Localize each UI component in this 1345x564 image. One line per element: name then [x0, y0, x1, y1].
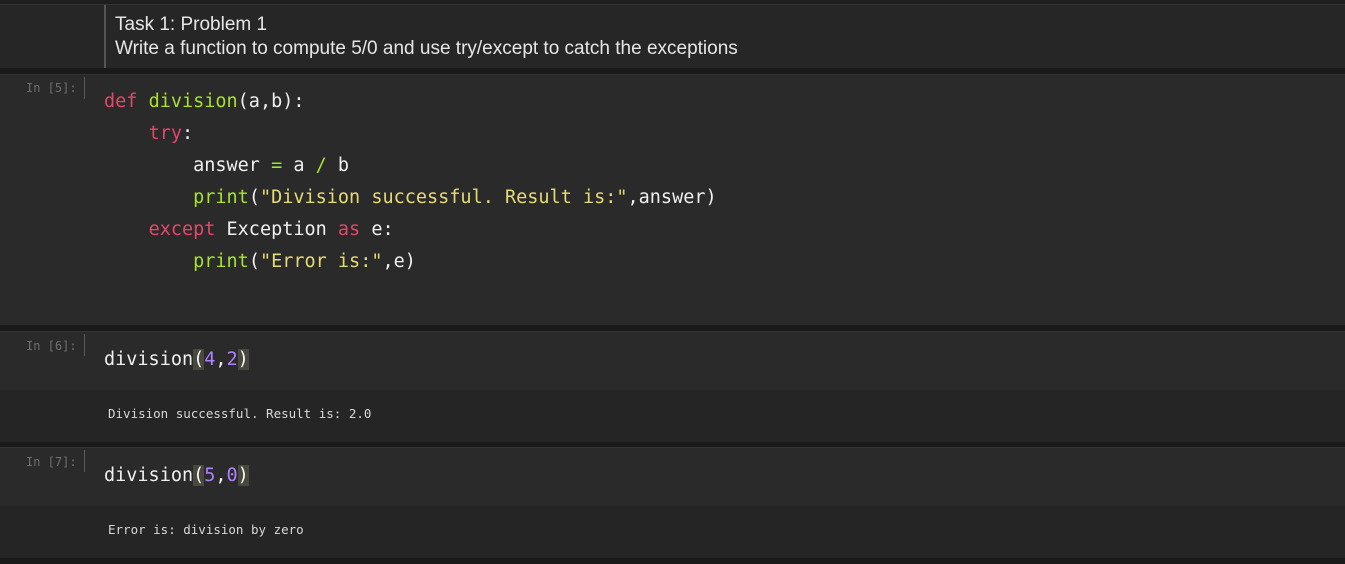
task-title: Task 1: Problem 1	[115, 14, 268, 35]
cell-prompt: In [7]:	[26, 455, 77, 469]
code-cell-5[interactable]: In [5]: def division(a,b): try: answer =…	[0, 74, 1345, 325]
cell-prompt: In [5]:	[26, 81, 77, 95]
markdown-cell[interactable]: Task 1: Problem 1 Write a function to co…	[0, 4, 1345, 68]
code-line-5: except Exception as e:	[148, 219, 394, 240]
output-area-7: Error is: division by zero	[0, 506, 1345, 558]
code-editor[interactable]: def division(a,b): try: answer = a / b p…	[104, 86, 717, 278]
code-line-6: print("Error is:",e)	[193, 251, 416, 272]
output-text: Division successful. Result is: 2.0	[108, 406, 372, 421]
code-cell-7[interactable]: In [7]: division(5,0)	[0, 447, 1345, 506]
markdown-content: Task 1: Problem 1 Write a function to co…	[104, 5, 738, 68]
code-cell-6[interactable]: In [6]: division(4,2)	[0, 331, 1345, 390]
output-area-6: Division successful. Result is: 2.0	[0, 390, 1345, 442]
prompt-divider	[84, 77, 85, 99]
code-line-2: try:	[148, 123, 194, 144]
code-line-4: print("Division successful. Result is:",…	[193, 187, 717, 208]
cell-prompt: In [6]:	[26, 339, 77, 353]
code-editor[interactable]: division(4,2)	[104, 344, 249, 376]
output-text: Error is: division by zero	[108, 522, 304, 537]
code-line-1: def division(a,b):	[104, 91, 305, 112]
task-description: Write a function to compute 5/0 and use …	[115, 38, 738, 59]
cell-separator	[0, 558, 1345, 564]
prompt-divider	[84, 450, 85, 472]
code-line-3: answer = a / b	[193, 155, 350, 176]
code-editor[interactable]: division(5,0)	[104, 460, 249, 492]
prompt-divider	[84, 334, 85, 356]
